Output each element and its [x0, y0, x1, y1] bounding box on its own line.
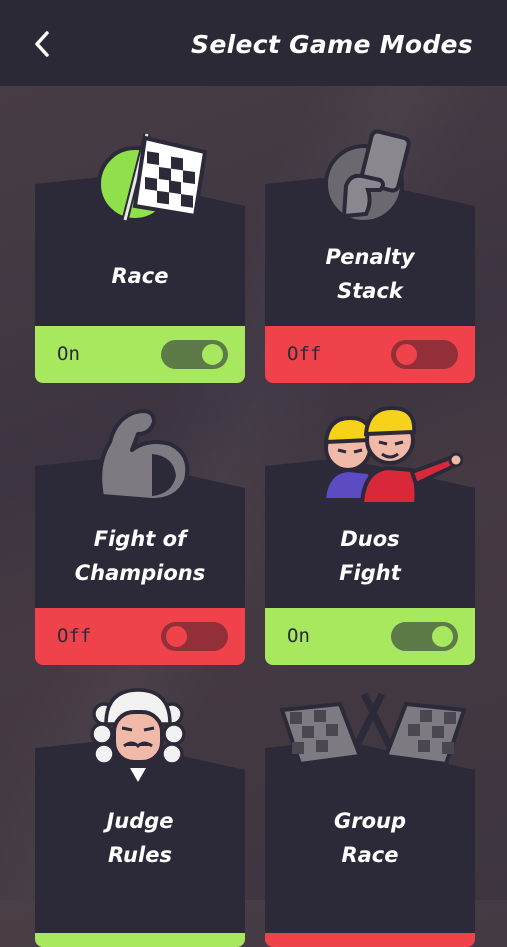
toggle-knob: [396, 344, 417, 365]
toggle-knob: [432, 626, 453, 647]
mode-footer: Off: [35, 608, 245, 665]
mode-title-line2: Stack: [337, 279, 403, 303]
mode-footer: On: [35, 326, 245, 383]
mode-footer: [35, 933, 245, 947]
hand-card-icon: [324, 129, 411, 224]
mode-footer: [265, 933, 475, 947]
duo-fighters-icon: [321, 405, 463, 506]
chevron-left-icon: [35, 31, 49, 57]
mode-status: Off: [57, 625, 92, 647]
mode-title-line2: Fight: [339, 561, 401, 585]
mode-footer: On: [265, 608, 475, 665]
top-bar: Select Game Modes: [0, 0, 507, 86]
mode-title-line2: Champions: [74, 561, 206, 585]
mode-status: Off: [287, 343, 322, 365]
mode-title-line2: Rules: [108, 843, 172, 867]
crossed-flags-icon: [279, 692, 467, 786]
checkered-flag-icon: [97, 133, 208, 222]
mode-title-line2: Race: [341, 843, 399, 867]
mode-title-line1: Penalty: [325, 245, 415, 269]
toggle-knob: [202, 344, 223, 365]
mode-title-line1: Judge: [106, 809, 174, 833]
mode-title: Race: [111, 264, 169, 288]
mode-toggle[interactable]: [391, 340, 458, 369]
mode-title-line1: Fight of: [93, 527, 187, 551]
mode-title-line1: Duos: [340, 527, 400, 551]
mode-toggle[interactable]: [161, 622, 228, 651]
mode-toggle[interactable]: [161, 340, 228, 369]
mode-toggle[interactable]: [391, 622, 458, 651]
mode-status: On: [287, 625, 310, 647]
judge-icon: [90, 688, 186, 784]
flexed-arm-icon: [98, 409, 190, 502]
toggle-knob: [166, 626, 187, 647]
mode-status: On: [57, 343, 80, 365]
back-button[interactable]: [22, 24, 62, 64]
page-title: Select Game Modes: [191, 30, 473, 59]
mode-title-line1: Group: [333, 809, 406, 833]
mode-footer: Off: [265, 326, 475, 383]
